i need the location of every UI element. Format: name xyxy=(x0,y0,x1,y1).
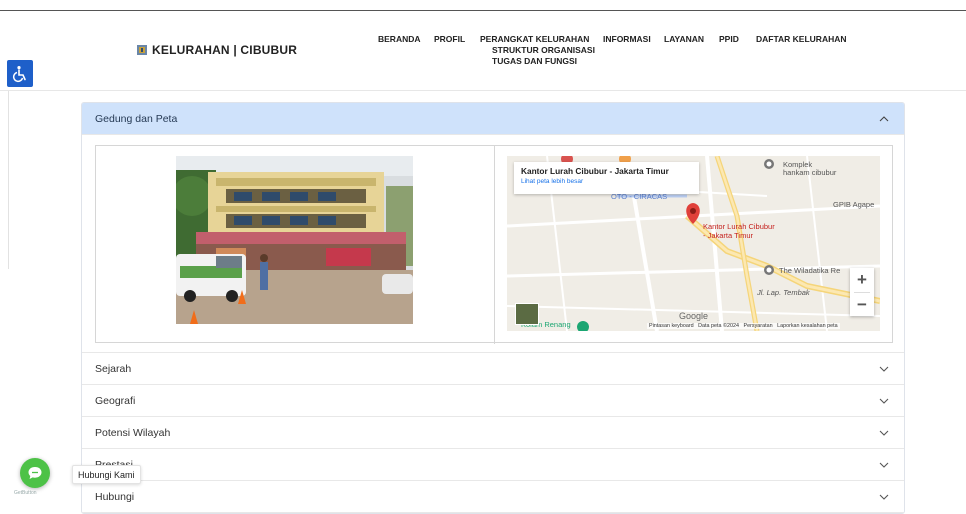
satellite-toggle[interactable] xyxy=(515,303,539,325)
zoom-controls: + − xyxy=(850,268,874,316)
chevron-down-icon xyxy=(879,462,889,468)
map-pin-label: Kantor Lurah Cibubur - Jakarta Timur xyxy=(703,222,775,240)
accordion-header-sejarah[interactable]: Sejarah xyxy=(82,353,904,385)
nav-tugas-fungsi[interactable]: TUGAS DAN FUNGSI xyxy=(492,56,610,67)
map-pin-label-line2: - Jakarta Timur xyxy=(703,231,754,240)
zoom-in-button[interactable]: + xyxy=(850,268,874,292)
contact-chat-button[interactable] xyxy=(20,458,50,488)
accordion-header-potensi-wilayah[interactable]: Potensi Wilayah xyxy=(82,417,904,449)
accordion-title: Potensi Wilayah xyxy=(95,426,171,439)
map-info-card: Kantor Lurah Cibubur - Jakarta Timur Lih… xyxy=(514,162,699,194)
accordion: Gedung dan Peta Komplek hankam cibubur G… xyxy=(81,102,905,514)
map-pin-label-line1: Kantor Lurah Cibubur xyxy=(703,222,775,231)
map-label-wiladatika: The Wiladatika Re xyxy=(779,266,841,275)
google-logo: Google xyxy=(679,311,709,321)
chevron-down-icon xyxy=(879,494,889,500)
map-label-jl-tembak: Jl. Lap. Tembak xyxy=(757,288,810,297)
nav-struktur-organisasi[interactable]: STRUKTUR ORGANISASI xyxy=(492,45,610,56)
side-rule xyxy=(8,91,9,269)
accordion-header-gedung-dan-peta[interactable]: Gedung dan Peta xyxy=(82,103,904,135)
wheelchair-icon xyxy=(12,65,26,82)
report-error-link[interactable]: Laporkan kesalahan peta xyxy=(777,323,838,329)
accessibility-button[interactable] xyxy=(7,60,33,87)
brand[interactable]: KELURAHAN | CIBUBUR xyxy=(136,43,297,57)
accordion-title: Geografi xyxy=(95,394,136,407)
map-data-text: Data peta ©2024 xyxy=(698,323,739,329)
chevron-down-icon xyxy=(879,430,889,436)
map-label-hankam: hankam cibubur xyxy=(783,168,837,177)
accordion-header-hubungi[interactable]: Hubungi xyxy=(82,481,904,513)
keyboard-shortcuts-link[interactable]: Pintasan keyboard xyxy=(649,323,694,329)
site-header: KELURAHAN | CIBUBUR BERANDA PROFIL PERAN… xyxy=(0,11,966,91)
accordion-title: Sejarah xyxy=(95,362,132,375)
getbutton-credit[interactable]: GetButton xyxy=(14,490,37,496)
office-building-photo xyxy=(176,156,413,324)
accordion-body: Komplek hankam cibubur GPIB Agape The Wi… xyxy=(82,135,904,353)
nav-perangkat-kelurahan[interactable]: PERANGKAT KELURAHAN xyxy=(480,34,589,44)
chat-bubble-icon xyxy=(28,467,42,479)
terms-link[interactable]: Persyaratan xyxy=(744,323,773,329)
brand-name: KELURAHAN | CIBUBUR xyxy=(152,43,298,57)
map-footer: Pintasan keyboard Data peta ©2024 Persya… xyxy=(647,323,840,329)
emblem-icon xyxy=(137,45,147,55)
chevron-down-icon xyxy=(879,366,889,372)
nav-informasi[interactable]: INFORMASI xyxy=(603,34,651,45)
contact-label[interactable]: Hubungi Kami xyxy=(72,465,141,484)
accordion-header-geografi[interactable]: Geografi xyxy=(82,385,904,417)
zoom-out-button[interactable]: − xyxy=(850,293,874,317)
accordion-title: Hubungi xyxy=(95,490,135,503)
chevron-down-icon xyxy=(879,398,889,404)
larger-map-link[interactable]: Lihat peta lebih besar xyxy=(521,178,692,185)
nav-beranda[interactable]: BERANDA xyxy=(378,34,421,45)
chevron-up-icon xyxy=(879,115,889,121)
google-map[interactable]: Komplek hankam cibubur GPIB Agape The Wi… xyxy=(507,156,880,331)
nav-ppid[interactable]: PPID xyxy=(719,34,739,45)
accordion-title: Gedung dan Peta xyxy=(95,112,178,125)
accordion-header-prestasi[interactable]: Prestasi xyxy=(82,449,904,481)
nav-layanan[interactable]: LAYANAN xyxy=(664,34,704,45)
nav-profil[interactable]: PROFIL xyxy=(434,34,465,45)
nav-daftar-kelurahan[interactable]: DAFTAR KELURAHAN xyxy=(756,34,847,45)
frame-divider xyxy=(494,146,495,344)
map-label-gpib: GPIB Agape xyxy=(833,200,875,209)
content-frame: Komplek hankam cibubur GPIB Agape The Wi… xyxy=(95,145,893,344)
nav-perangkat-group: PERANGKAT KELURAHAN STRUKTUR ORGANISASI … xyxy=(480,34,610,67)
header-divider xyxy=(0,90,966,91)
map-place-title: Kantor Lurah Cibubur - Jakarta Timur xyxy=(521,166,669,176)
